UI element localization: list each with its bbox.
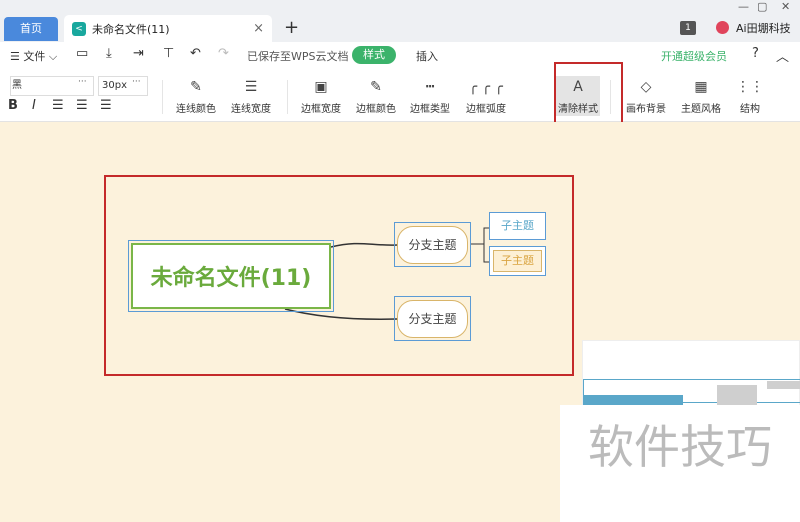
branch-topic[interactable]: 分支主题 xyxy=(397,300,468,338)
watermark-text: 软件技巧 xyxy=(560,405,800,522)
branch-topic[interactable]: 分支主题 xyxy=(397,226,468,264)
subtopic[interactable]: 子主题 xyxy=(490,213,545,239)
subtopic[interactable]: 子主题 xyxy=(493,250,542,272)
minimap-block xyxy=(717,385,757,405)
subtopic-selection-outline: 子主题 xyxy=(489,212,546,240)
minimap-bar xyxy=(583,395,683,405)
subtopic-selection-outline: 子主题 xyxy=(489,246,546,276)
root-topic[interactable]: 未命名文件(11) xyxy=(131,243,331,309)
minimap-block xyxy=(767,381,800,389)
